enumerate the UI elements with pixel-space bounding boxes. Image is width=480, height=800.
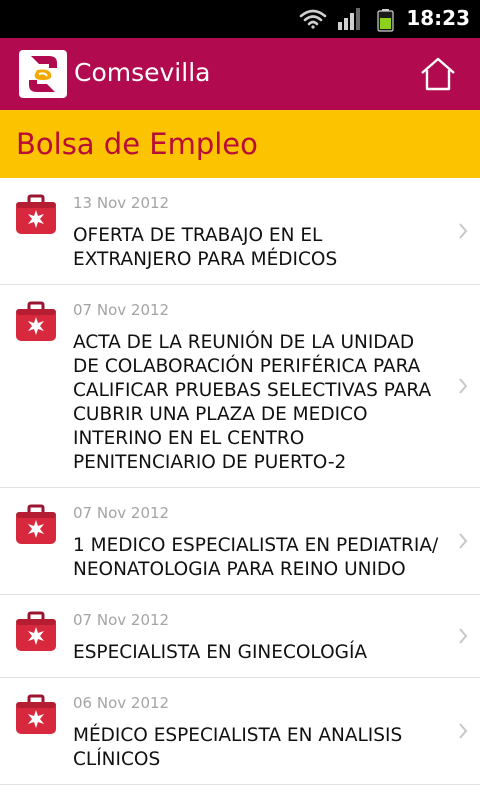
item-title: OFERTA DE TRABAJO EN EL EXTRANJERO PARA …: [73, 225, 338, 270]
app-logo[interactable]: [19, 50, 67, 98]
item-title: ESPECIALISTA EN GINECOLOGÍA: [73, 642, 368, 663]
app-title: Comsevilla: [74, 58, 211, 87]
home-button[interactable]: [418, 56, 458, 92]
section-title: Bolsa de Empleo: [16, 127, 258, 161]
signal-icon: [338, 8, 360, 30]
list-item[interactable]: 07 Nov 2012 ACTA DE LA REUNIÓN DE LA UNI…: [0, 285, 480, 488]
list-item[interactable]: 07 Nov 2012 ESPECIALISTA EN GINECOLOGÍA: [0, 595, 480, 678]
status-icons: [298, 6, 408, 32]
status-indicators-icon: [299, 8, 394, 32]
chevron-right-icon: [459, 723, 468, 739]
item-date: 13 Nov 2012: [73, 194, 170, 212]
status-time: 18:23: [406, 6, 470, 30]
item-date: 07 Nov 2012: [73, 504, 170, 522]
section-header: Bolsa de Empleo: [0, 110, 480, 178]
first-aid-kit-icon: [16, 611, 56, 651]
item-title: MÉDICO ESPECIALISTA EN ANALISIS CLÍNICOS: [73, 725, 403, 770]
home-icon: [421, 57, 455, 91]
item-date: 07 Nov 2012: [73, 611, 170, 629]
chevron-right-icon: [459, 628, 468, 644]
list-item[interactable]: 07 Nov 2012 1 MEDICO ESPECIALISTA EN PED…: [0, 488, 480, 595]
comsevilla-logo-icon: [29, 56, 57, 92]
item-date: 07 Nov 2012: [73, 301, 170, 319]
first-aid-kit-icon: [16, 301, 56, 341]
list-item[interactable]: 06 Nov 2012 MÉDICO ESPECIALISTA EN ANALI…: [0, 678, 480, 785]
item-title: 1 MEDICO ESPECIALISTA EN PEDIATRIA/ NEON…: [73, 535, 439, 580]
chevron-right-icon: [459, 223, 468, 239]
app-bar: Comsevilla: [0, 38, 480, 111]
status-bar: 18:23: [0, 0, 480, 38]
item-title: ACTA DE LA REUNIÓN DE LA UNIDAD DE COLAB…: [73, 332, 432, 473]
item-date: 06 Nov 2012: [73, 694, 170, 712]
first-aid-kit-icon: [16, 504, 56, 544]
first-aid-kit-icon: [16, 194, 56, 234]
list-item[interactable]: 13 Nov 2012 OFERTA DE TRABAJO EN EL EXTR…: [0, 178, 480, 285]
chevron-right-icon: [459, 533, 468, 549]
first-aid-kit-icon: [16, 694, 56, 734]
chevron-right-icon: [459, 378, 468, 394]
wifi-icon: [299, 9, 327, 29]
battery-icon: [377, 9, 394, 32]
